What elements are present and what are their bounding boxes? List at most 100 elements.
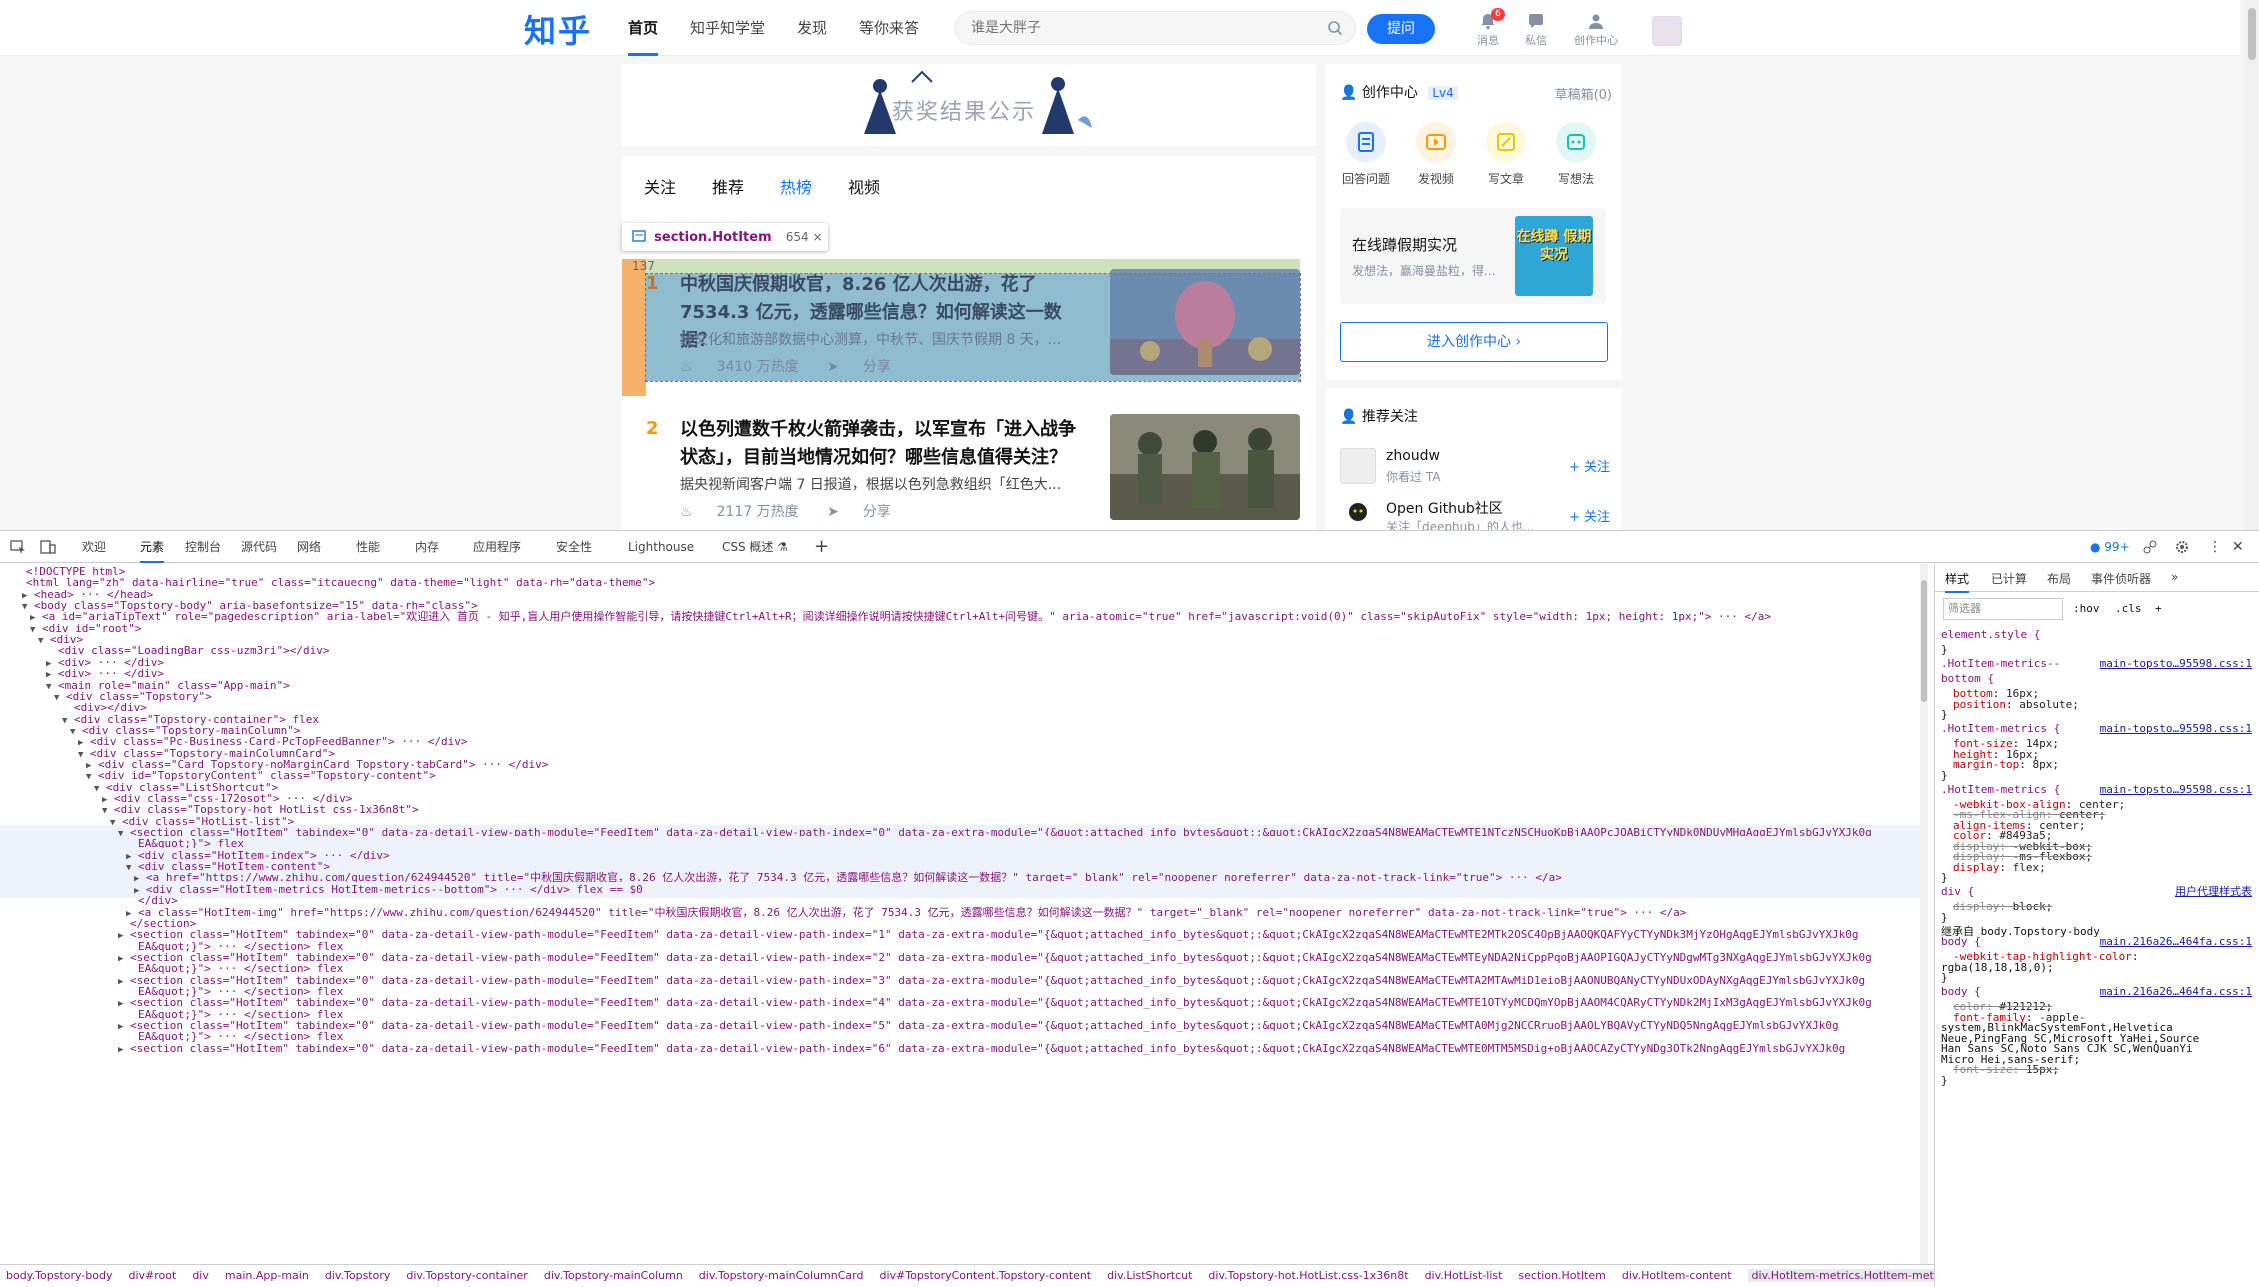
- ask-button[interactable]: 提问: [1367, 14, 1435, 44]
- action-idea[interactable]: 写想法: [1548, 122, 1604, 187]
- dt-tab-performance[interactable]: 性能: [356, 531, 380, 563]
- tab-video[interactable]: 视频: [848, 174, 880, 198]
- hot-image[interactable]: [1110, 414, 1300, 520]
- nav-academy[interactable]: 知乎知学堂: [690, 0, 765, 56]
- breadcrumb-item[interactable]: main.App-main: [225, 1269, 309, 1282]
- new-rule-button[interactable]: +: [2155, 602, 2162, 616]
- hot-image[interactable]: [1110, 269, 1300, 375]
- messages-button[interactable]: 6 消息: [1463, 8, 1513, 48]
- breadcrumb-item[interactable]: div.HotList-list: [1425, 1269, 1503, 1282]
- tab-styles[interactable]: 样式: [1945, 570, 1970, 593]
- dom-node-line[interactable]: ▶ <section class="HotItem" tabindex="0" d…: [0, 1041, 1920, 1057]
- hot-item-2[interactable]: 2 以色列遭数千枚火箭弹袭击，以军宣布「进入战争状态」，目前当地情况如何？哪些信…: [622, 404, 1300, 530]
- drafts-link[interactable]: 草稿箱(0): [1555, 84, 1612, 103]
- live-promo[interactable]: 在线蹲假期实况 发想法，赢海曼盐粒，得... 在线蹲 假期实况: [1340, 208, 1606, 304]
- inspect-icon[interactable]: [10, 539, 26, 555]
- tab-event-listeners[interactable]: 事件侦听器: [2091, 570, 2151, 587]
- breadcrumb-item[interactable]: div.Topstory: [325, 1269, 391, 1282]
- stylesheet-link[interactable]: main-topsto…95598.css:1: [2100, 722, 2252, 736]
- dt-tab-elements[interactable]: 元素: [140, 531, 165, 563]
- rec-title: 👤 推荐关注: [1340, 406, 1418, 426]
- tab-more[interactable]: »: [2171, 570, 2178, 584]
- stylesheet-link[interactable]: main.216a26…464fa.css:1: [2100, 985, 2252, 999]
- dt-tab-lighthouse[interactable]: Lighthouse: [628, 531, 694, 563]
- hot-title[interactable]: 以色列遭数千枚火箭弹袭击，以军宣布「进入战争状态」，目前当地情况如何？哪些信息值…: [680, 416, 1090, 472]
- enter-creator-button[interactable]: 进入创作中心 ›: [1340, 322, 1608, 362]
- top-banner[interactable]: 获奖结果公示: [622, 64, 1316, 146]
- stylesheet-link[interactable]: 用户代理样式表: [2175, 885, 2252, 899]
- share-icon[interactable]: ➤: [827, 504, 839, 520]
- breadcrumb-item[interactable]: div#root: [128, 1269, 176, 1282]
- tab-follow[interactable]: 关注: [644, 174, 676, 198]
- dt-tab-sources[interactable]: 源代码: [241, 531, 277, 563]
- zhihu-logo[interactable]: 知乎: [524, 6, 592, 52]
- share-icon[interactable]: ➤: [827, 359, 839, 375]
- breadcrumb-item[interactable]: div.HotItem-content: [1622, 1269, 1732, 1282]
- dt-tab-console[interactable]: 控制台: [185, 531, 221, 563]
- follow-button[interactable]: + 关注: [1569, 506, 1610, 525]
- expand-toggle-icon[interactable]: ▶: [118, 1042, 130, 1057]
- cls-toggle[interactable]: .cls: [2115, 602, 2142, 616]
- search-box: [954, 11, 1356, 45]
- chat-button[interactable]: 私信: [1511, 12, 1561, 48]
- hot-excerpt[interactable]: 据央视新闻客户端 7 日报道，根据以色列急救组织「红色大...: [680, 474, 1090, 494]
- tab-computed[interactable]: 已计算: [1991, 570, 2027, 587]
- fire-icon: ♨: [680, 359, 693, 375]
- dt-tab-security[interactable]: 安全性: [556, 531, 592, 563]
- add-tab-icon[interactable]: +: [814, 531, 829, 563]
- breadcrumb-item[interactable]: div.Topstory-container: [406, 1269, 527, 1282]
- dom-scrollbar[interactable]: [1920, 564, 1928, 1264]
- hov-toggle[interactable]: :hov: [2073, 602, 2100, 616]
- page-scrollbar[interactable]: [2245, 0, 2259, 530]
- scrollbar-thumb[interactable]: [2248, 8, 2256, 60]
- dt-tab-memory[interactable]: 内存: [415, 531, 439, 563]
- avatar[interactable]: [1652, 16, 1682, 46]
- search-icon[interactable]: [1327, 20, 1343, 36]
- action-answer[interactable]: 回答问题: [1338, 122, 1394, 187]
- nav-discover[interactable]: 发现: [797, 0, 827, 56]
- gear-icon[interactable]: [2174, 539, 2190, 555]
- dt-tab-welcome[interactable]: 欢迎: [82, 531, 106, 563]
- dt-tab-network[interactable]: 网络: [297, 531, 321, 563]
- breadcrumb-item[interactable]: section.HotItem: [1518, 1269, 1605, 1282]
- nav-home[interactable]: 首页: [628, 0, 659, 56]
- rec-name[interactable]: Open Github社区: [1386, 498, 1503, 518]
- breadcrumb-item[interactable]: div.Topstory-hot.HotList.css-1x36n8t: [1208, 1269, 1408, 1282]
- dt-tab-css-overview[interactable]: CSS 概述 ⚗: [722, 531, 788, 563]
- stylesheet-link[interactable]: main-topsto…95598.css:1: [2100, 657, 2252, 671]
- breadcrumb-item[interactable]: body.Topstory-body: [6, 1269, 112, 1282]
- scrollbar-thumb[interactable]: [1921, 580, 1927, 702]
- tab-layout[interactable]: 布局: [2047, 570, 2071, 587]
- breadcrumb-item[interactable]: div.Topstory-mainColumn: [544, 1269, 683, 1282]
- stylesheet-link[interactable]: main-topsto…95598.css:1: [2100, 783, 2252, 797]
- avatar[interactable]: [1340, 448, 1376, 484]
- hot-item-1[interactable]: 1 中秋国庆假期收官，8.26 亿人次出游，花了 7534.3 亿元，透露哪些信…: [622, 259, 1301, 396]
- follow-button[interactable]: + 关注: [1569, 456, 1610, 475]
- issues-counter[interactable]: ● 99+: [2090, 531, 2130, 563]
- breadcrumb-item[interactable]: div.ListShortcut: [1107, 1269, 1192, 1282]
- share-label[interactable]: 分享: [863, 504, 891, 520]
- breadcrumb-item[interactable]: div: [192, 1269, 209, 1282]
- tab-hot[interactable]: 热榜: [780, 174, 812, 198]
- action-article[interactable]: 写文章: [1478, 122, 1534, 187]
- github-avatar[interactable]: [1340, 498, 1376, 530]
- styles-filter-input[interactable]: 筛选器: [1943, 598, 2063, 620]
- share-label[interactable]: 分享: [863, 359, 891, 375]
- breadcrumb-item[interactable]: div.HotItem-metrics.HotItem-metrics--bot…: [1747, 1269, 1934, 1282]
- nav-waiting[interactable]: 等你来答: [859, 0, 919, 56]
- hot-excerpt[interactable]: 经文化和旅游部数据中心测算，中秋节、国庆节假期 8 天，...: [680, 329, 1090, 349]
- close-icon[interactable]: ✕: [2232, 531, 2244, 563]
- rec-name[interactable]: zhoudw: [1386, 448, 1440, 464]
- action-video[interactable]: 发视频: [1408, 122, 1464, 187]
- breadcrumb-item[interactable]: div#TopstoryContent.Topstory-content: [879, 1269, 1091, 1282]
- stylesheet-link[interactable]: main.216a26…464fa.css:1: [2100, 935, 2252, 949]
- tab-recommend[interactable]: 推荐: [712, 174, 744, 198]
- search-input[interactable]: [955, 12, 1315, 44]
- device-toolbar-icon[interactable]: [40, 539, 56, 555]
- creator-center-button[interactable]: 创作中心: [1571, 12, 1621, 48]
- connect-icon[interactable]: [2142, 539, 2158, 555]
- dom-tree[interactable]: <!DOCTYPE html> <html lang="zh" data-hair…: [0, 564, 1920, 1264]
- breadcrumb-item[interactable]: div.Topstory-mainColumnCard: [699, 1269, 864, 1282]
- more-icon[interactable]: ⋮: [2208, 531, 2222, 563]
- dt-tab-application[interactable]: 应用程序: [473, 531, 521, 563]
